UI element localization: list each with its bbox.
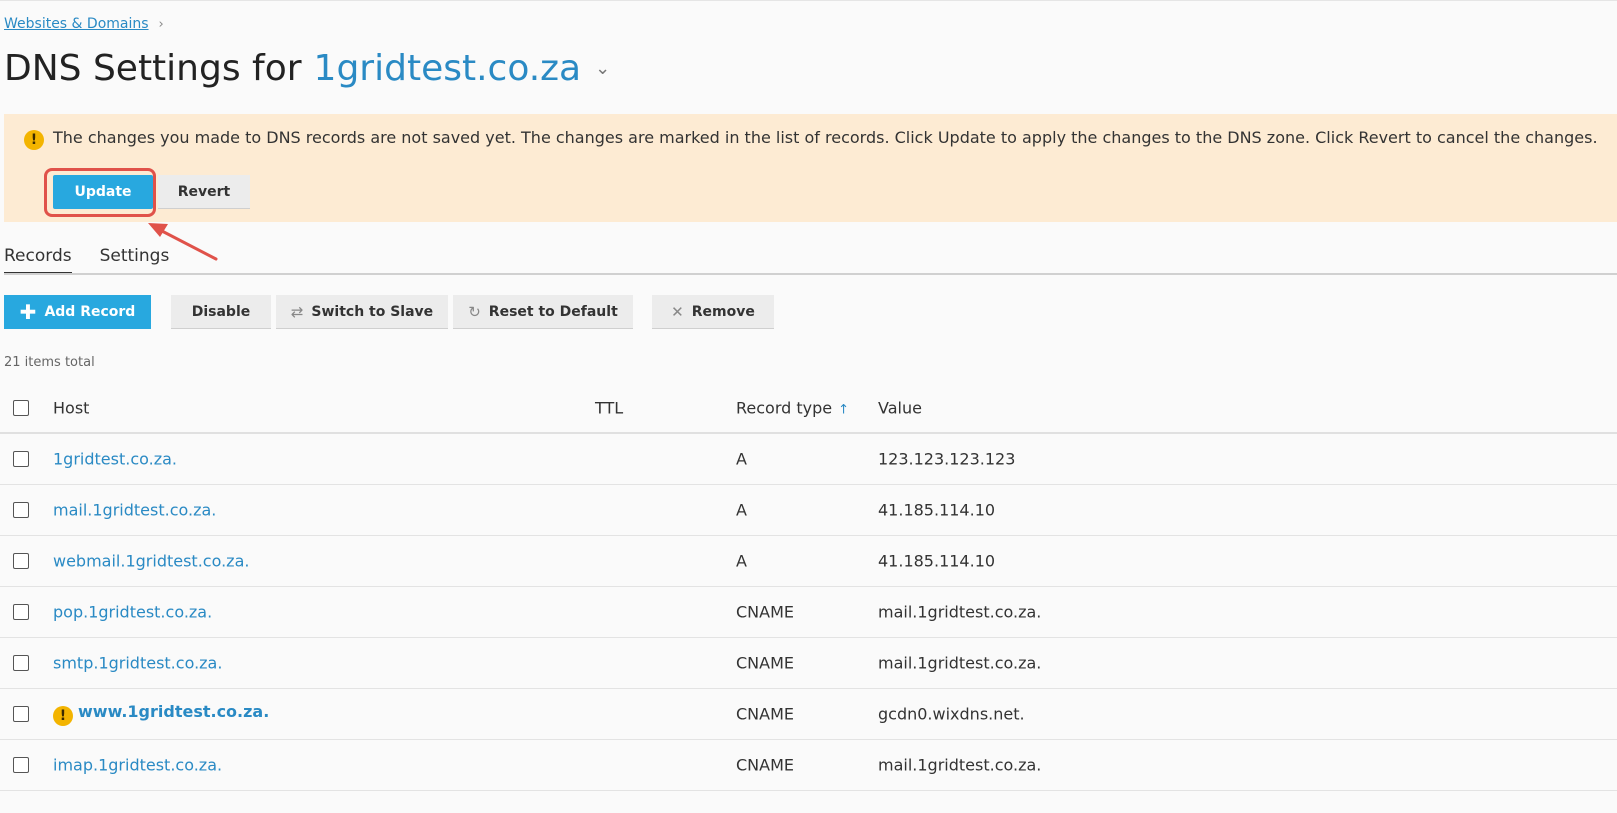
tab-bar: Records Settings — [4, 246, 197, 274]
record-type-cell: CNAME — [736, 602, 794, 622]
sort-ascending-icon: ↑ — [838, 402, 850, 418]
domain-selector[interactable]: 1gridtest.co.za — [314, 48, 582, 89]
row-checkbox[interactable] — [13, 604, 29, 620]
column-ttl[interactable]: TTL — [595, 399, 623, 418]
record-type-cell: A — [736, 551, 747, 571]
switch-arrows-icon: ⇄ — [290, 302, 304, 321]
disable-button[interactable]: Disable — [171, 295, 271, 329]
add-record-button[interactable]: ✚ Add Record — [4, 295, 151, 329]
switch-to-slave-button[interactable]: ⇄ Switch to Slave — [276, 295, 448, 329]
reset-icon: ↻ — [468, 302, 481, 321]
table-row: ! www.1gridtest.co.za. CNAME gcdn0.wixdns… — [0, 689, 1617, 740]
row-checkbox[interactable] — [13, 553, 29, 569]
annotation-arrow — [148, 223, 218, 261]
value-cell: mail.1gridtest.co.za. — [878, 653, 1042, 673]
record-type-cell: CNAME — [736, 755, 794, 775]
table-row: smtp.1gridtest.co.za. CNAME mail.1gridte… — [0, 638, 1617, 689]
column-value[interactable]: Value — [878, 399, 922, 418]
column-host[interactable]: Host — [53, 399, 89, 418]
row-checkbox[interactable] — [13, 451, 29, 467]
row-checkbox[interactable] — [13, 502, 29, 518]
host-link[interactable]: imap.1gridtest.co.za. — [53, 756, 222, 775]
remove-button[interactable]: ✕ Remove — [652, 295, 774, 329]
value-cell: mail.1gridtest.co.za. — [878, 602, 1042, 622]
warning-message: The changes you made to DNS records are … — [53, 128, 1598, 147]
host-link[interactable]: mail.1gridtest.co.za. — [53, 501, 216, 520]
table-row: webmail.1gridtest.co.za. A 41.185.114.10 — [0, 536, 1617, 587]
select-all-checkbox[interactable] — [13, 400, 29, 416]
host-cell-changed: ! www.1gridtest.co.za. — [53, 702, 269, 726]
row-checkbox[interactable] — [13, 757, 29, 773]
tab-divider — [4, 273, 1617, 275]
record-type-cell: CNAME — [736, 704, 794, 724]
column-record-type[interactable]: Record type ↑ — [736, 399, 849, 418]
close-icon: ✕ — [671, 302, 684, 321]
table-row: pop.1gridtest.co.za. CNAME mail.1gridtes… — [0, 587, 1617, 638]
table-row: 1gridtest.co.za. A 123.123.123.123 — [0, 434, 1617, 485]
warning-icon: ! — [53, 706, 73, 726]
value-cell: 123.123.123.123 — [878, 449, 1016, 469]
reset-to-default-button[interactable]: ↻ Reset to Default — [453, 295, 633, 329]
dns-records-table: Host TTL Record type ↑ Value 1gridtest.co… — [0, 384, 1617, 791]
unsaved-changes-warning: ! The changes you made to DNS records ar… — [4, 114, 1617, 222]
tab-records[interactable]: Records — [4, 246, 72, 274]
host-link[interactable]: www.1gridtest.co.za. — [78, 702, 269, 721]
row-checkbox[interactable] — [13, 655, 29, 671]
record-type-cell: CNAME — [736, 653, 794, 673]
table-row: imap.1gridtest.co.za. CNAME mail.1gridte… — [0, 740, 1617, 791]
table-row: mail.1gridtest.co.za. A 41.185.114.10 — [0, 485, 1617, 536]
items-count: 21 items total — [4, 355, 95, 370]
top-border — [0, 0, 1617, 1]
value-cell: 41.185.114.10 — [878, 551, 996, 571]
host-link[interactable]: pop.1gridtest.co.za. — [53, 603, 212, 622]
row-checkbox[interactable] — [13, 706, 29, 722]
tab-settings[interactable]: Settings — [100, 246, 170, 274]
value-cell: gcdn0.wixdns.net. — [878, 704, 1025, 724]
value-cell: 41.185.114.10 — [878, 500, 996, 520]
record-type-cell: A — [736, 449, 747, 469]
host-link[interactable]: 1gridtest.co.za. — [53, 450, 177, 469]
record-type-cell: A — [736, 500, 747, 520]
table-header: Host TTL Record type ↑ Value — [0, 384, 1617, 434]
host-link[interactable]: smtp.1gridtest.co.za. — [53, 654, 222, 673]
value-cell: mail.1gridtest.co.za. — [878, 755, 1042, 775]
chevron-down-icon[interactable]: ⌄ — [595, 58, 610, 79]
host-link[interactable]: webmail.1gridtest.co.za. — [53, 552, 249, 571]
plus-icon: ✚ — [19, 300, 37, 324]
